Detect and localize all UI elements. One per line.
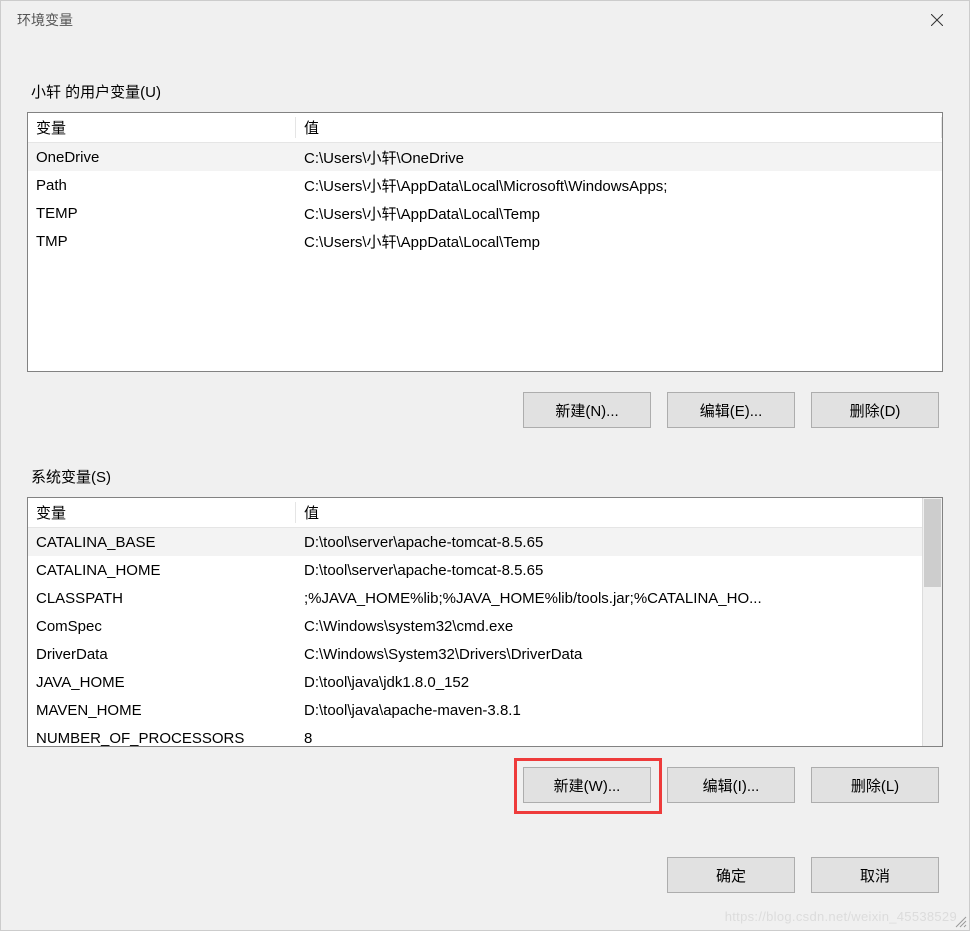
user-col-value[interactable]: 值 <box>296 117 942 138</box>
table-row[interactable]: CATALINA_BASED:\tool\server\apache-tomca… <box>28 528 942 556</box>
user-vars-label: 小轩 的用户变量(U) <box>27 81 943 102</box>
table-row[interactable]: DriverDataC:\Windows\System32\Drivers\Dr… <box>28 640 942 668</box>
dialog-buttons: 确定 取消 <box>27 857 943 893</box>
cell-name: CLASSPATH <box>28 590 296 607</box>
user-edit-button[interactable]: 编辑(E)... <box>667 392 795 428</box>
dialog-content: 小轩 的用户变量(U) 变量 值 OneDriveC:\Users\小轩\One… <box>1 39 969 913</box>
system-vars-table[interactable]: 变量 值 CATALINA_BASED:\tool\server\apache-… <box>27 497 943 747</box>
cell-name: CATALINA_BASE <box>28 534 296 551</box>
cell-value: ;%JAVA_HOME%lib;%JAVA_HOME%lib/tools.jar… <box>296 590 942 607</box>
cell-value: C:\Windows\System32\Drivers\DriverData <box>296 646 942 663</box>
table-row[interactable]: TMPC:\Users\小轩\AppData\Local\Temp <box>28 227 942 255</box>
system-edit-button[interactable]: 编辑(I)... <box>667 767 795 803</box>
system-col-value[interactable]: 值 <box>296 502 942 523</box>
ok-button[interactable]: 确定 <box>667 857 795 893</box>
system-buttons: 新建(W)... 编辑(I)... 删除(L) <box>27 767 943 803</box>
resize-grip-icon[interactable] <box>953 914 967 928</box>
cell-value: C:\Users\小轩\OneDrive <box>296 147 942 168</box>
close-icon <box>931 14 943 26</box>
cell-name: DriverData <box>28 646 296 663</box>
system-vars-group: 系统变量(S) 变量 值 CATALINA_BASED:\tool\server… <box>27 466 943 803</box>
system-new-button[interactable]: 新建(W)... <box>523 767 651 803</box>
cell-name: NUMBER_OF_PROCESSORS <box>28 730 296 747</box>
system-col-name[interactable]: 变量 <box>28 502 296 523</box>
user-vars-table[interactable]: 变量 值 OneDriveC:\Users\小轩\OneDrivePathC:\… <box>27 112 943 372</box>
cell-value: C:\Users\小轩\AppData\Local\Temp <box>296 231 942 252</box>
table-row[interactable]: CLASSPATH;%JAVA_HOME%lib;%JAVA_HOME%lib/… <box>28 584 942 612</box>
user-buttons: 新建(N)... 编辑(E)... 删除(D) <box>27 392 943 428</box>
user-table-body: OneDriveC:\Users\小轩\OneDrivePathC:\Users… <box>28 143 942 255</box>
env-vars-dialog: 环境变量 小轩 的用户变量(U) 变量 值 OneDriveC:\Users\小… <box>0 0 970 931</box>
cell-name: JAVA_HOME <box>28 674 296 691</box>
scrollbar-thumb[interactable] <box>924 499 941 587</box>
cell-value: C:\Users\小轩\AppData\Local\Temp <box>296 203 942 224</box>
system-table-header: 变量 值 <box>28 498 942 528</box>
cell-name: Path <box>28 177 296 194</box>
cell-value: 8 <box>296 730 942 747</box>
table-row[interactable]: ComSpecC:\Windows\system32\cmd.exe <box>28 612 942 640</box>
user-vars-group: 小轩 的用户变量(U) 变量 值 OneDriveC:\Users\小轩\One… <box>27 81 943 428</box>
cell-name: TEMP <box>28 205 296 222</box>
table-row[interactable]: CATALINA_HOMED:\tool\server\apache-tomca… <box>28 556 942 584</box>
system-scrollbar[interactable] <box>922 498 942 746</box>
user-delete-button[interactable]: 删除(D) <box>811 392 939 428</box>
cell-value: D:\tool\server\apache-tomcat-8.5.65 <box>296 534 942 551</box>
cell-value: D:\tool\java\jdk1.8.0_152 <box>296 674 942 691</box>
system-vars-label: 系统变量(S) <box>27 466 943 487</box>
cell-value: C:\Windows\system32\cmd.exe <box>296 618 942 635</box>
system-table-body: CATALINA_BASED:\tool\server\apache-tomca… <box>28 528 942 747</box>
table-row[interactable]: JAVA_HOMED:\tool\java\jdk1.8.0_152 <box>28 668 942 696</box>
user-table-header: 变量 值 <box>28 113 942 143</box>
table-row[interactable]: TEMPC:\Users\小轩\AppData\Local\Temp <box>28 199 942 227</box>
cell-name: OneDrive <box>28 149 296 166</box>
user-new-button[interactable]: 新建(N)... <box>523 392 651 428</box>
cancel-button[interactable]: 取消 <box>811 857 939 893</box>
table-row[interactable]: OneDriveC:\Users\小轩\OneDrive <box>28 143 942 171</box>
cell-name: TMP <box>28 233 296 250</box>
cell-name: ComSpec <box>28 618 296 635</box>
close-button[interactable] <box>917 5 957 35</box>
cell-value: D:\tool\server\apache-tomcat-8.5.65 <box>296 562 942 579</box>
table-row[interactable]: NUMBER_OF_PROCESSORS8 <box>28 724 942 747</box>
cell-value: D:\tool\java\apache-maven-3.8.1 <box>296 702 942 719</box>
cell-name: MAVEN_HOME <box>28 702 296 719</box>
table-row[interactable]: PathC:\Users\小轩\AppData\Local\Microsoft\… <box>28 171 942 199</box>
titlebar: 环境变量 <box>1 1 969 39</box>
user-col-name[interactable]: 变量 <box>28 117 296 138</box>
window-title: 环境变量 <box>17 10 73 30</box>
system-delete-button[interactable]: 删除(L) <box>811 767 939 803</box>
table-row[interactable]: MAVEN_HOMED:\tool\java\apache-maven-3.8.… <box>28 696 942 724</box>
cell-name: CATALINA_HOME <box>28 562 296 579</box>
cell-value: C:\Users\小轩\AppData\Local\Microsoft\Wind… <box>296 175 942 196</box>
